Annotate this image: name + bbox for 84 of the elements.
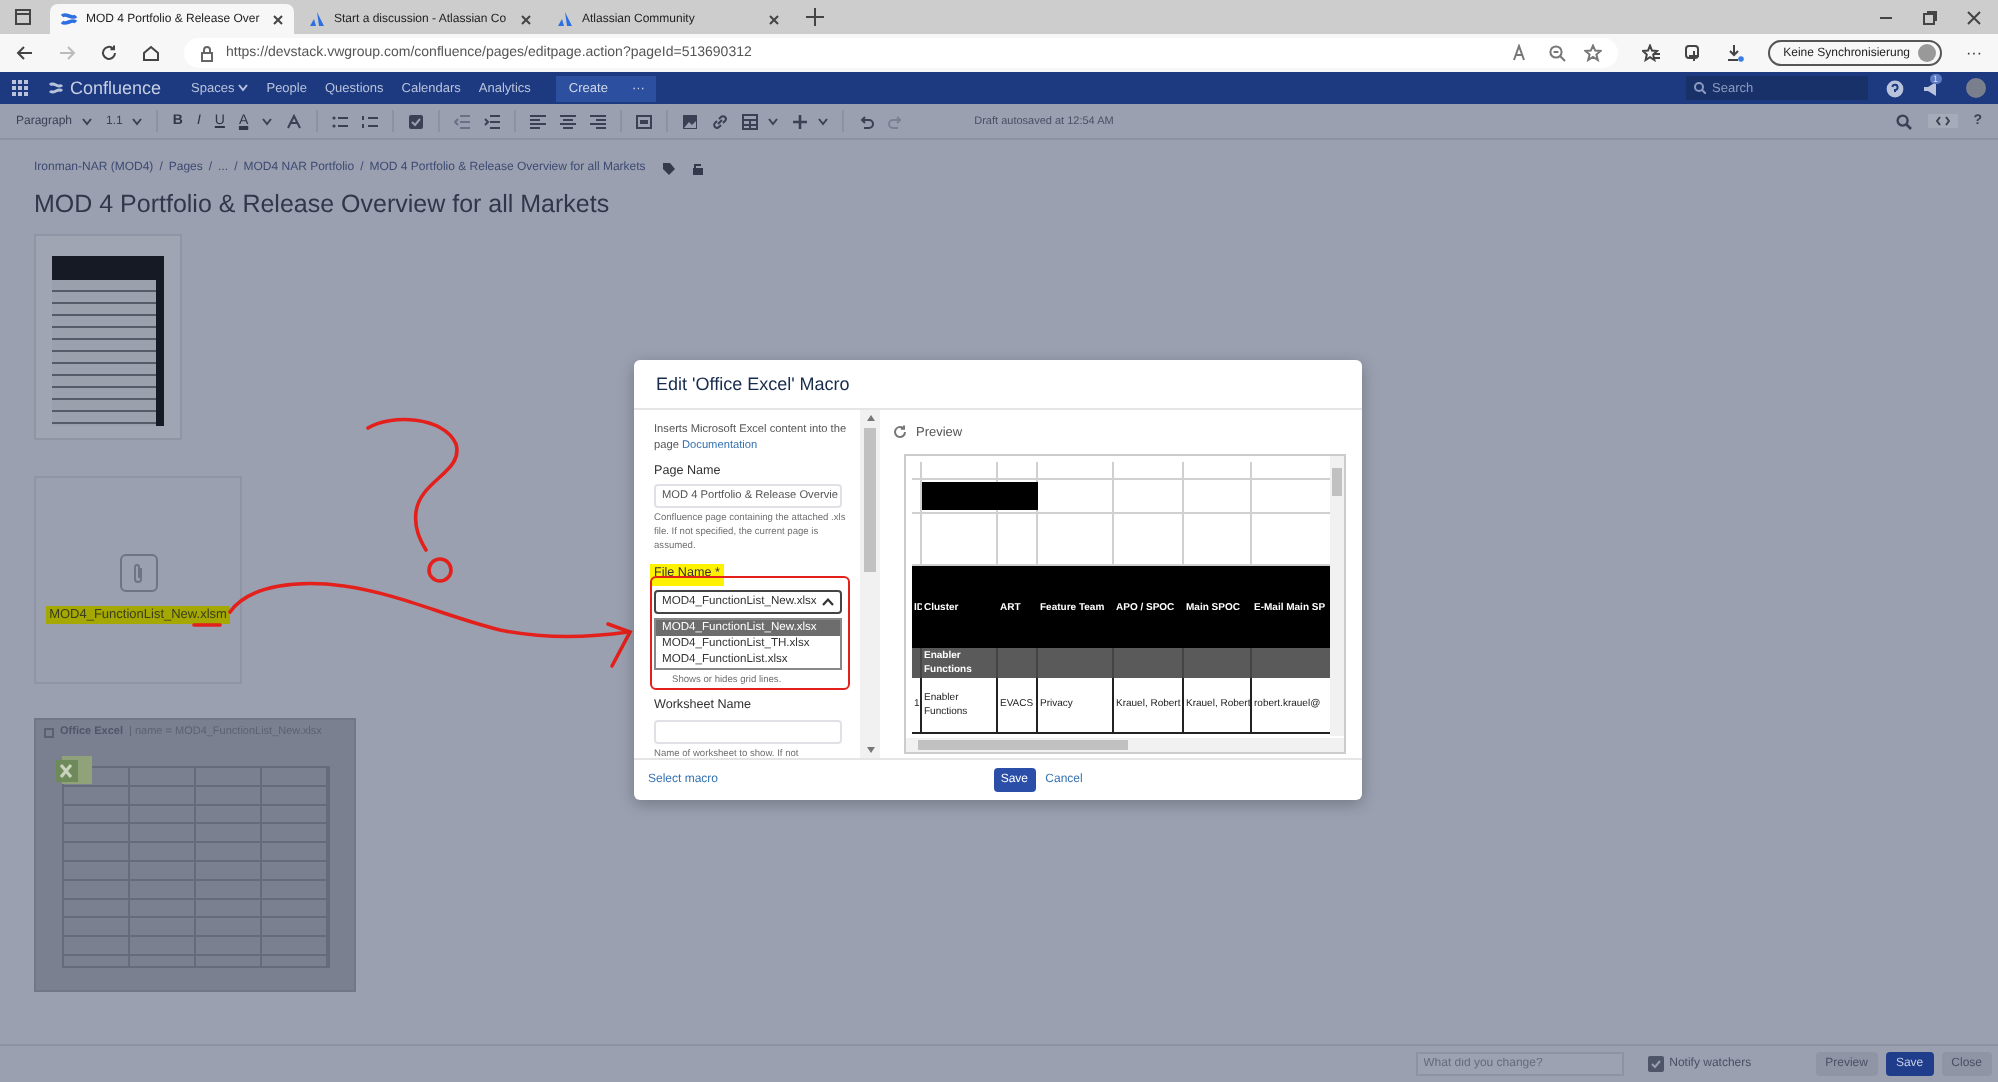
align-right-icon[interactable] (590, 113, 607, 129)
download-icon[interactable] (1725, 44, 1744, 62)
tab-actions-icon[interactable] (14, 8, 32, 26)
collections-icon[interactable] (1683, 44, 1702, 62)
back-icon[interactable] (16, 44, 34, 62)
avatar[interactable] (1966, 78, 1986, 98)
label-icon[interactable] (661, 161, 676, 175)
underline-annotation (192, 623, 222, 627)
dialog-title: Edit 'Office Excel' Macro (656, 374, 850, 394)
table-cell (1038, 462, 1114, 480)
insert-dropdown[interactable] (792, 113, 829, 129)
image-icon[interactable] (682, 113, 699, 129)
numbered-list-icon[interactable] (362, 113, 379, 129)
check-mark-icon (1649, 1058, 1662, 1070)
group-row-cell (1038, 648, 1114, 678)
confluence-logo-icon (48, 80, 64, 96)
notify-checkbox[interactable] (1647, 1056, 1664, 1072)
align-left-icon[interactable] (530, 113, 547, 129)
find-icon[interactable] (1895, 113, 1912, 129)
atlassian-logo-icon (556, 10, 574, 28)
help-icon[interactable] (1886, 79, 1904, 97)
confluence-logo[interactable]: Confluence (48, 78, 162, 98)
group-row-cell (998, 648, 1038, 678)
table-cell (998, 462, 1038, 480)
group-row-cell (912, 648, 922, 678)
app-switcher-icon[interactable] (12, 79, 30, 97)
restrictions-icon[interactable] (691, 161, 704, 175)
caret-icon (82, 117, 93, 125)
star-icon[interactable] (1583, 44, 1602, 62)
search-icon (1694, 82, 1706, 94)
undo-icon[interactable] (858, 113, 875, 129)
code-icon (1935, 116, 1950, 126)
page-title: MOD 4 Portfolio & Release Overview for all Markets (34, 190, 612, 218)
chevron-icon (822, 598, 834, 607)
lock-icon (200, 45, 214, 61)
group-row-cell (1114, 648, 1184, 678)
read-aloud-icon[interactable] (1511, 44, 1530, 62)
worksheet-name-field[interactable] (654, 719, 842, 744)
refresh-icon[interactable] (100, 44, 118, 62)
zoom-icon[interactable] (1547, 44, 1566, 62)
close-icon[interactable] (768, 13, 780, 25)
source-editor-button[interactable] (1927, 114, 1958, 128)
close-icon[interactable] (272, 13, 284, 25)
close-icon[interactable] (1966, 9, 1982, 25)
table-cell (1184, 462, 1252, 480)
table-cell (922, 462, 998, 480)
refresh-icon[interactable] (892, 424, 908, 440)
close-icon[interactable] (520, 13, 532, 25)
caret-icon (818, 117, 829, 125)
align-center-icon[interactable] (560, 113, 577, 129)
caret-icon (768, 117, 779, 125)
plus-icon (792, 113, 809, 129)
caret-icon (262, 117, 273, 125)
new-tab-icon[interactable] (806, 8, 824, 26)
browser-menu-button[interactable]: ··· (1966, 44, 1982, 62)
link-icon[interactable] (712, 113, 729, 129)
group-row-cell (1184, 648, 1252, 678)
macro-icon (44, 727, 54, 737)
table-dropdown[interactable] (742, 113, 779, 129)
indent-icon[interactable] (484, 113, 501, 129)
paperclip-shape-icon (132, 561, 144, 583)
table-cell (1114, 462, 1184, 480)
table-icon (742, 113, 759, 129)
excel-icon (54, 752, 94, 788)
atlassian-logo-icon (308, 10, 326, 28)
notifications-icon[interactable] (1922, 79, 1940, 97)
scroll-down-icon (865, 746, 875, 754)
restore-icon[interactable] (1922, 9, 1938, 25)
scrollbar[interactable] (1330, 456, 1344, 736)
group-row-cell (1252, 648, 1336, 678)
scrollbar[interactable] (860, 410, 880, 758)
bullet-list-icon[interactable] (332, 113, 349, 129)
scrollbar[interactable] (906, 738, 1344, 752)
favorites-icon[interactable] (1641, 44, 1660, 62)
clear-formatting-icon[interactable] (286, 113, 303, 129)
caret-icon (238, 84, 249, 92)
scroll-up-icon (865, 414, 875, 422)
redaction-block (922, 482, 1038, 510)
layout-icon[interactable] (636, 113, 653, 129)
home-icon[interactable] (142, 44, 160, 62)
confluence-logo-icon (60, 10, 78, 28)
checkbox-icon[interactable] (408, 113, 425, 129)
table-cell (1114, 480, 1184, 514)
caret-icon (132, 117, 143, 125)
